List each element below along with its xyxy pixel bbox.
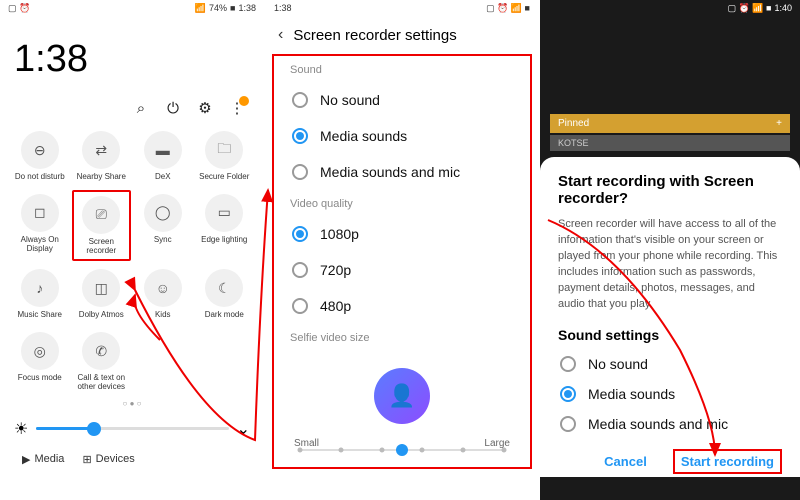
tile-secure-folder[interactable]: 🗀Secure Folder <box>195 127 255 186</box>
kotse-row: KOTSE <box>550 135 790 151</box>
tile-grid: ⊖Do not disturb ⇄Nearby Share ▬DeX 🗀Secu… <box>0 127 264 396</box>
dlg-radio-media-sounds[interactable]: Media sounds <box>558 379 782 409</box>
tile-sync[interactable]: ◯Sync <box>133 190 193 262</box>
quick-settings-panel: ▢ ⏰📶74%■1:38 1:38 ⌕ ⏻ ⚙ ⋮ ⊖Do not distur… <box>0 0 264 500</box>
video-section-label: Video quality <box>274 190 530 216</box>
radio-1080p[interactable]: 1080p <box>274 216 530 252</box>
radio-media-mic[interactable]: Media sounds and mic <box>274 154 530 190</box>
tile-dex[interactable]: ▬DeX <box>133 127 193 186</box>
avatar-preview: 👤 <box>374 368 430 424</box>
selfie-size-slider[interactable] <box>300 449 504 451</box>
page-title: Screen recorder settings <box>293 27 456 44</box>
status-bar: ▢ ⏰ 📶 ■1:40 <box>540 0 800 16</box>
tile-dolby-atmos[interactable]: ◫Dolby Atmos <box>72 265 132 324</box>
sound-settings-title: Sound settings <box>558 327 782 343</box>
start-recording-button[interactable]: Start recording <box>673 449 782 474</box>
brightness-icon: ☀ <box>14 419 28 439</box>
tile-aod[interactable]: ◻Always On Display <box>10 190 70 262</box>
brightness-slider[interactable] <box>36 427 228 430</box>
radio-no-sound[interactable]: No sound <box>274 82 530 118</box>
recording-dialog-panel: ▢ ⏰ 📶 ■1:40 Pinned+ KOTSE Start recordin… <box>540 0 800 500</box>
pinned-bar: Pinned+ <box>550 114 790 133</box>
sound-section-label: Sound <box>274 56 530 82</box>
dialog-body: Screen recorder will have access to all … <box>558 217 782 313</box>
tile-nearby-share[interactable]: ⇄Nearby Share <box>72 127 132 186</box>
tile-dnd[interactable]: ⊖Do not disturb <box>10 127 70 186</box>
tab-devices[interactable]: ⊞Devices <box>82 453 134 466</box>
settings-panel: 1:38▢ ⏰ 📶 ■ ‹ Screen recorder settings S… <box>266 0 538 500</box>
dlg-radio-media-mic[interactable]: Media sounds and mic <box>558 409 782 439</box>
cancel-button[interactable]: Cancel <box>596 449 655 474</box>
radio-480p[interactable]: 480p <box>274 288 530 324</box>
tile-kids[interactable]: ☺Kids <box>133 265 193 324</box>
chevron-down-icon[interactable]: ⌄ <box>237 419 250 439</box>
qs-toolbar: ⌕ ⏻ ⚙ ⋮ <box>0 99 264 127</box>
brightness-slider-row: ☀ ⌄ <box>0 411 264 447</box>
status-bar: 1:38▢ ⏰ 📶 ■ <box>266 0 538 16</box>
tab-media[interactable]: ▶Media <box>22 453 64 466</box>
play-icon: ▶ <box>22 453 30 466</box>
tile-screen-recorder[interactable]: ⎚Screen recorder <box>72 190 132 262</box>
gear-icon[interactable]: ⚙ <box>196 99 214 117</box>
settings-header: ‹ Screen recorder settings <box>266 16 538 54</box>
status-bar: ▢ ⏰📶74%■1:38 <box>0 0 264 16</box>
search-icon[interactable]: ⌕ <box>132 99 150 117</box>
back-icon[interactable]: ‹ <box>278 26 283 44</box>
start-recording-dialog: Start recording with Screen recorder? Sc… <box>540 157 800 477</box>
radio-720p[interactable]: 720p <box>274 252 530 288</box>
grid-icon: ⊞ <box>82 453 91 466</box>
more-icon[interactable]: ⋮ <box>228 99 246 117</box>
dlg-radio-no-sound[interactable]: No sound <box>558 349 782 379</box>
clock: 1:38 <box>0 16 264 99</box>
tile-dark-mode[interactable]: ☾Dark mode <box>195 265 255 324</box>
power-icon[interactable]: ⏻ <box>164 99 182 117</box>
selfie-section-label: Selfie video size <box>274 324 530 350</box>
tile-focus-mode[interactable]: ◎Focus mode <box>10 328 70 396</box>
tile-music-share[interactable]: ♪Music Share <box>10 265 70 324</box>
radio-media-sounds[interactable]: Media sounds <box>274 118 530 154</box>
tile-edge-lighting[interactable]: ▭Edge lighting <box>195 190 255 262</box>
bottom-tabs: ▶Media ⊞Devices <box>0 447 264 472</box>
dialog-title: Start recording with Screen recorder? <box>558 173 782 207</box>
tile-call-text[interactable]: ✆Call & text on other devices <box>72 328 132 396</box>
